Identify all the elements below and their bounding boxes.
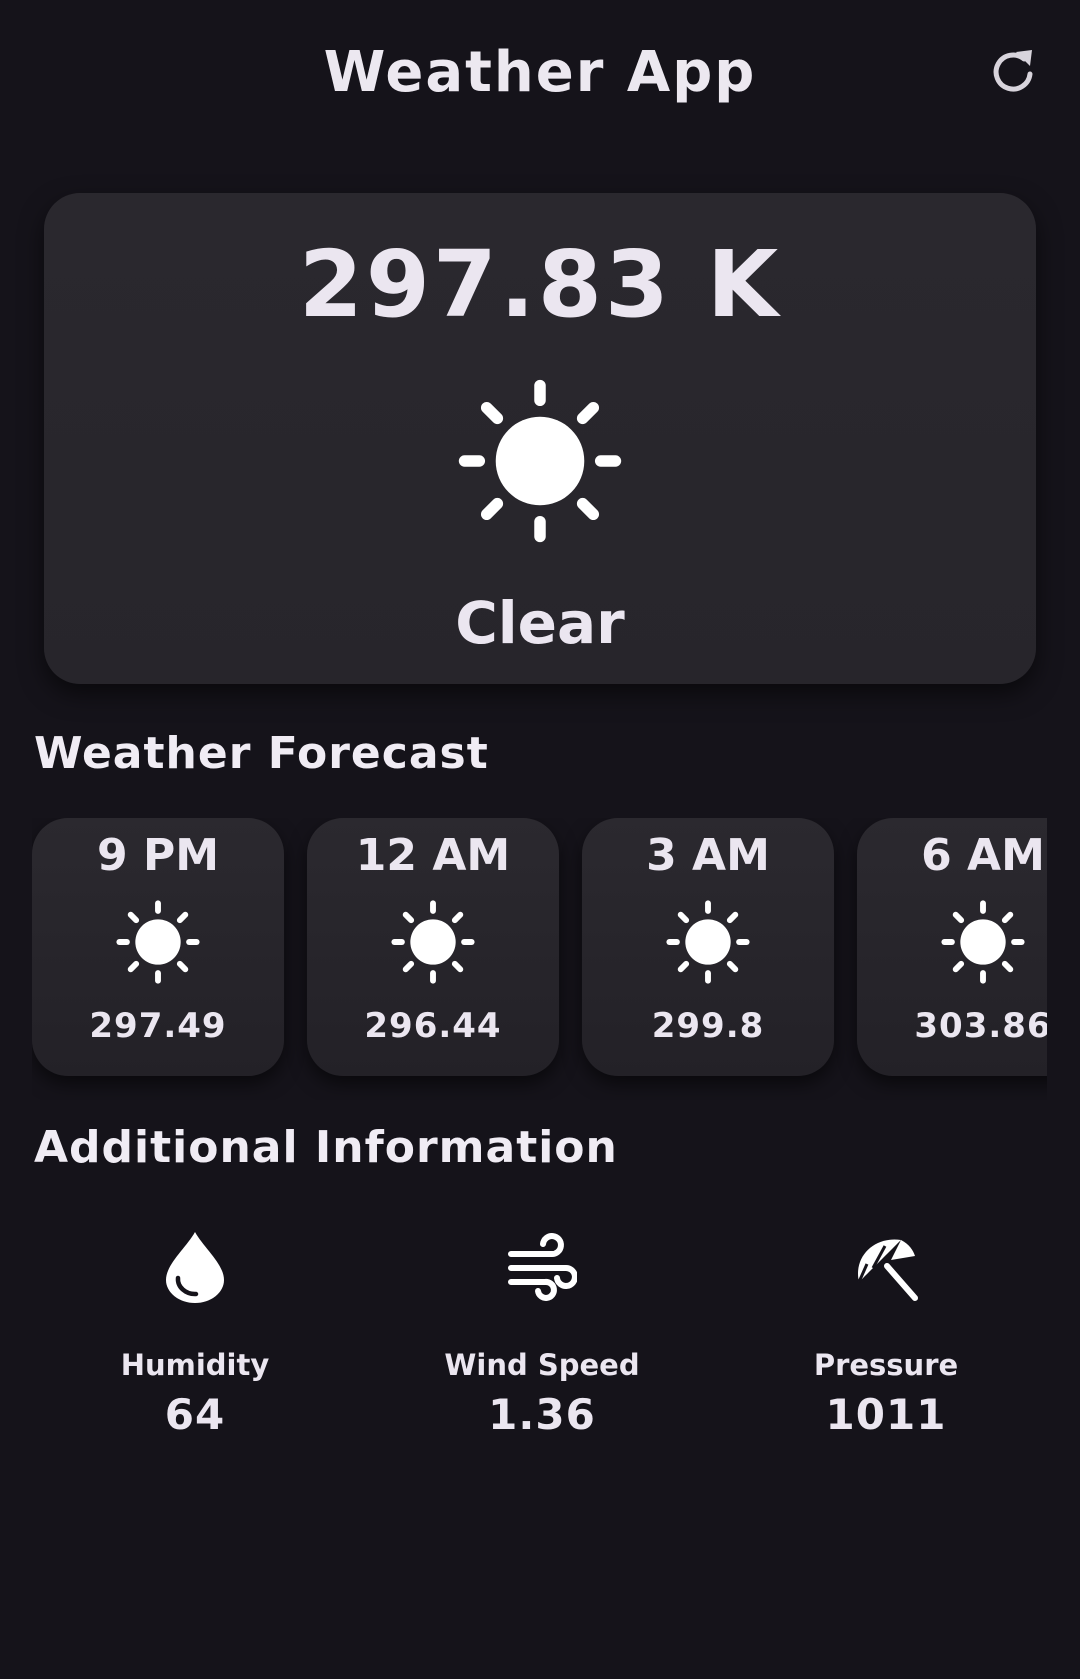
forecast-list[interactable]: 9 PM 297.49 12 AM 296.44 3 AM 299.8 6 AM… bbox=[32, 818, 1047, 1100]
sun-icon bbox=[458, 379, 622, 543]
refresh-button[interactable] bbox=[986, 44, 1042, 100]
app-bar: Weather App bbox=[0, 0, 1080, 150]
humidity-label: Humidity bbox=[120, 1348, 270, 1382]
forecast-card[interactable]: 3 AM 299.8 bbox=[582, 818, 834, 1076]
forecast-time: 12 AM bbox=[355, 830, 511, 881]
forecast-temp: 303.86 bbox=[914, 1006, 1047, 1046]
sun-icon bbox=[666, 900, 750, 984]
forecast-time: 9 PM bbox=[97, 830, 219, 881]
wind-speed-info: Wind Speed 1.36 bbox=[392, 1230, 692, 1450]
sun-icon bbox=[391, 900, 475, 984]
humidity-value: 64 bbox=[164, 1390, 226, 1439]
water-drop-icon bbox=[166, 1232, 224, 1303]
sun-icon bbox=[116, 900, 200, 984]
forecast-time: 3 AM bbox=[646, 830, 770, 881]
pressure-value: 1011 bbox=[825, 1390, 947, 1439]
refresh-icon bbox=[993, 50, 1033, 92]
forecast-temp: 297.49 bbox=[89, 1006, 227, 1046]
additional-info-section-title: Additional Information bbox=[34, 1122, 618, 1173]
current-temperature: 297.83 K bbox=[298, 231, 782, 338]
humidity-info: Humidity 64 bbox=[45, 1230, 345, 1450]
forecast-temp: 299.8 bbox=[651, 1006, 765, 1046]
current-condition: Clear bbox=[455, 589, 625, 657]
forecast-card[interactable]: 12 AM 296.44 bbox=[307, 818, 559, 1076]
app-title: Weather App bbox=[323, 40, 757, 105]
forecast-card[interactable]: 6 AM 303.86 bbox=[857, 818, 1047, 1076]
forecast-section-title: Weather Forecast bbox=[34, 728, 489, 779]
forecast-time: 6 AM bbox=[921, 830, 1045, 881]
wind-speed-label: Wind Speed bbox=[444, 1348, 640, 1382]
umbrella-icon bbox=[857, 1239, 918, 1301]
forecast-card[interactable]: 9 PM 297.49 bbox=[32, 818, 284, 1076]
current-weather-card: 297.83 K Clear bbox=[44, 193, 1036, 684]
forecast-temp: 296.44 bbox=[364, 1006, 502, 1046]
wind-speed-value: 1.36 bbox=[488, 1390, 596, 1439]
sun-icon bbox=[941, 900, 1025, 984]
wind-icon bbox=[508, 1233, 577, 1301]
pressure-info: Pressure 1011 bbox=[736, 1230, 1036, 1450]
pressure-label: Pressure bbox=[813, 1348, 959, 1382]
